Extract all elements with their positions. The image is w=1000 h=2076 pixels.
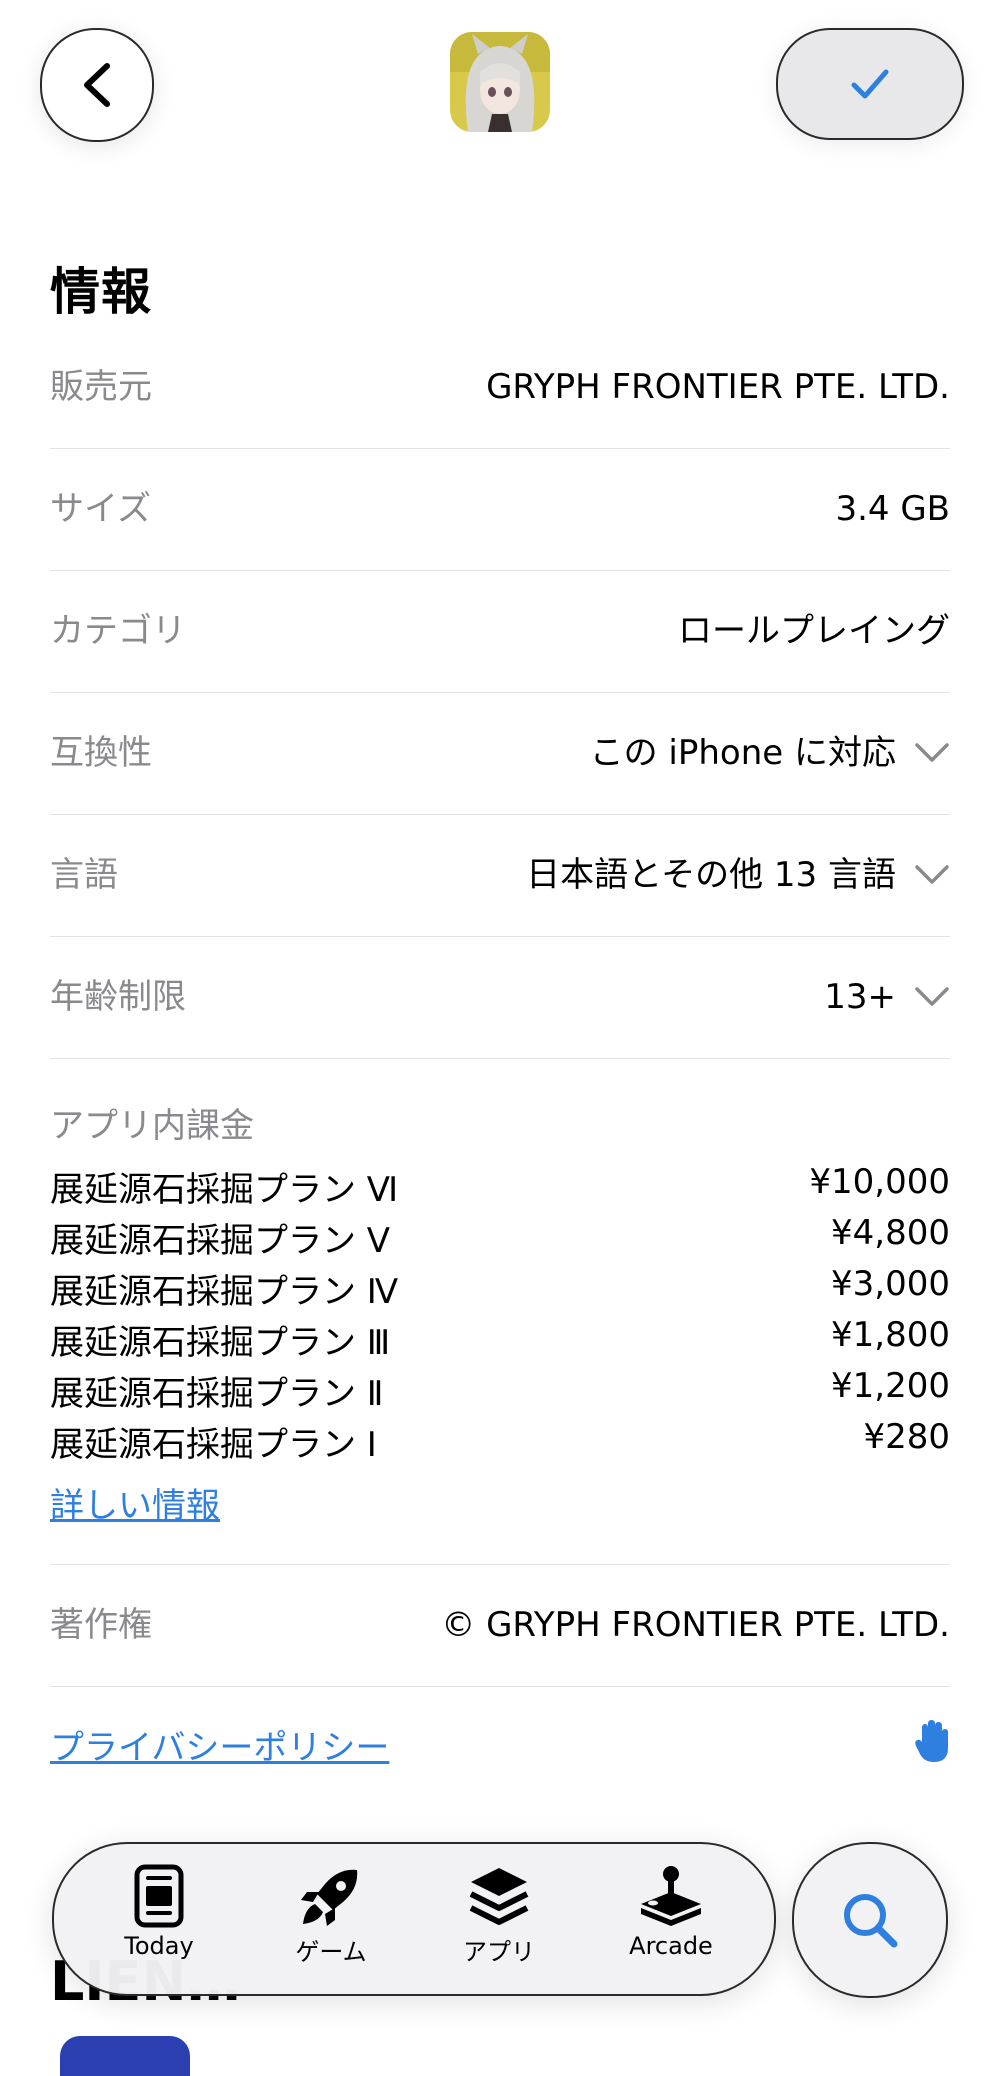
category-value: ロールプレイング [678,611,950,651]
age-rating-value: 13+ [824,936,950,1058]
iap-item: 展延源石採掘プラン Ⅲ ¥1,800 [50,1315,950,1365]
top-bar [0,0,1000,170]
tab-arcade[interactable]: Arcade [596,1864,746,1984]
tab-games-label: ゲーム [295,1938,367,1966]
rocket-icon [301,1869,358,1926]
language-value: 日本語とその他 13 言語 [526,814,950,936]
compatibility-value: この iPhone に対応 [590,692,950,814]
privacy-row: プライバシーポリシー [50,1684,950,1800]
more-info-link[interactable]: 詳しい情報 [50,1478,220,1527]
back-button[interactable] [40,28,154,142]
age-rating-label: 年齢制限 [50,977,186,1017]
in-app-purchases: アプリ内課金 展延源石採掘プラン Ⅵ ¥10,000 展延源石採掘プラン Ⅴ ¥… [50,1058,950,1565]
iap-item-name: 展延源石採掘プラン Ⅰ [50,1425,377,1465]
app-icon [450,32,550,132]
tab-today[interactable]: Today [84,1864,234,1984]
tab-games[interactable]: ゲーム [256,1864,406,1984]
chevron-down-icon [915,987,949,1006]
seller-label: 販売元 [50,367,152,407]
language-row[interactable]: 言語 日本語とその他 13 言語 [50,814,950,937]
tab-apps[interactable]: アプリ [424,1864,574,1984]
iap-item-name: 展延源石採掘プラン Ⅳ [50,1272,399,1312]
iap-item-name: 展延源石採掘プラン Ⅵ [50,1170,399,1210]
language-label: 言語 [50,855,118,895]
seller-value: GRYPH FRONTIER PTE. LTD. [486,367,950,407]
arcade-joystick-icon [641,1866,701,1926]
checkmark-icon [851,69,889,99]
iap-item: 展延源石採掘プラン Ⅴ ¥4,800 [50,1213,950,1263]
today-icon [134,1864,184,1928]
copyright-row: 著作権 © GRYPH FRONTIER PTE. LTD. [50,1564,950,1687]
chevron-down-icon [915,743,949,762]
copyright-label: 著作権 [50,1605,152,1645]
copyright-value: © GRYPH FRONTIER PTE. LTD. [441,1605,950,1645]
search-button[interactable] [792,1842,948,1998]
iap-item-price: ¥3,000 [831,1264,950,1304]
iap-item-name: 展延源石採掘プラン Ⅲ [50,1323,391,1363]
compatibility-row[interactable]: 互換性 この iPhone に対応 [50,692,950,815]
iap-item: 展延源石採掘プラン Ⅵ ¥10,000 [50,1162,950,1212]
iap-item-price: ¥10,000 [809,1162,950,1202]
compatibility-label: 互換性 [50,733,152,773]
done-button[interactable] [776,28,964,140]
tab-bar: Today ゲーム アプリ Arcade [52,1842,776,1996]
iap-item-price: ¥1,800 [831,1315,950,1355]
age-rating-row[interactable]: 年齢制限 13+ [50,936,950,1059]
next-section-thumbnail [60,2036,190,2076]
chevron-left-icon [84,63,110,107]
iap-item-price: ¥280 [863,1417,950,1457]
tab-arcade-label: Arcade [629,1932,713,1960]
category-label: カテゴリ [50,611,186,651]
iap-item-name: 展延源石採掘プラン Ⅱ [50,1374,384,1414]
iap-title: アプリ内課金 [50,1106,254,1146]
seller-row: 販売元 GRYPH FRONTIER PTE. LTD. [50,326,950,449]
iap-item-price: ¥4,800 [831,1213,950,1253]
section-title: 情報 [50,263,152,321]
iap-item: 展延源石採掘プラン Ⅳ ¥3,000 [50,1264,950,1314]
category-row: カテゴリ ロールプレイング [50,570,950,693]
size-row: サイズ 3.4 GB [50,448,950,571]
size-value: 3.4 GB [835,489,950,529]
tab-today-label: Today [124,1932,194,1960]
iap-item: 展延源石採掘プラン Ⅰ ¥280 [50,1417,950,1467]
apps-stack-icon [469,1868,529,1925]
search-icon [844,1894,898,1948]
iap-item: 展延源石採掘プラン Ⅱ ¥1,200 [50,1366,950,1416]
tab-apps-label: アプリ [463,1938,535,1966]
iap-item-name: 展延源石採掘プラン Ⅴ [50,1221,391,1261]
hand-raised-icon[interactable] [914,1718,950,1764]
privacy-policy-link[interactable]: プライバシーポリシー [50,1720,389,1769]
iap-item-price: ¥1,200 [831,1366,950,1406]
size-label: サイズ [50,489,151,529]
chevron-down-icon [915,865,949,884]
